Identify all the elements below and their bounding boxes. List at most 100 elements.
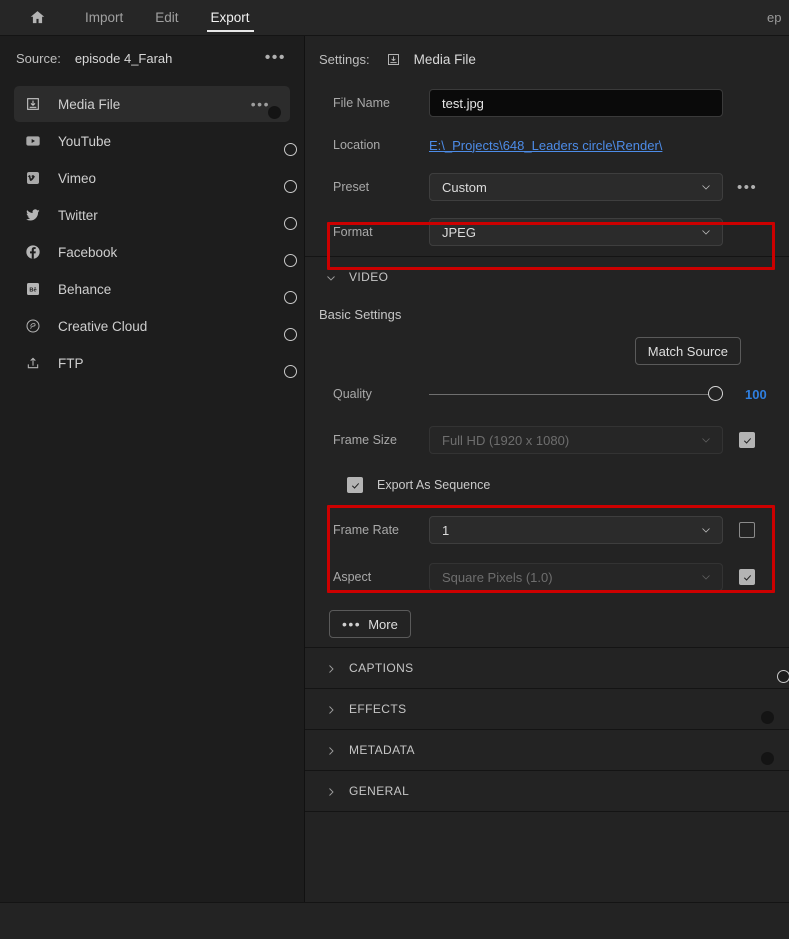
frame-size-row: Frame Size Full HD (1920 x 1080) bbox=[305, 417, 789, 463]
sidebar-item-label: Media File bbox=[58, 96, 121, 112]
sidebar-item-behance[interactable]: Bē Behance bbox=[14, 271, 297, 307]
tab-edit[interactable]: Edit bbox=[139, 0, 194, 36]
source-row: Source: episode 4_Farah ••• bbox=[0, 36, 304, 80]
media-file-icon bbox=[386, 50, 404, 68]
sidebar-item-label: YouTube bbox=[58, 133, 112, 149]
sidebar-item-ftp[interactable]: FTP bbox=[14, 345, 297, 381]
quality-row: Quality 100 bbox=[305, 371, 789, 417]
frame-size-label: Frame Size bbox=[333, 433, 397, 447]
section-title: CAPTIONS bbox=[349, 661, 414, 675]
facebook-icon bbox=[22, 241, 44, 263]
youtube-icon bbox=[22, 130, 44, 152]
location-path-link[interactable]: E:\_Projects\648_Leaders circle\Render\ bbox=[429, 138, 662, 153]
tab-export[interactable]: Export bbox=[195, 0, 266, 36]
aspect-row: Aspect Square Pixels (1.0) bbox=[305, 553, 789, 601]
destination-list: Media File ••• YouTube Vimeo Twitter Fac… bbox=[0, 86, 304, 381]
creative-cloud-icon bbox=[22, 315, 44, 337]
sidebar-item-youtube[interactable]: YouTube bbox=[14, 123, 297, 159]
tab-import[interactable]: Import bbox=[69, 0, 139, 36]
preset-options-menu-icon[interactable]: ••• bbox=[737, 180, 757, 195]
sidebar-item-media-file[interactable]: Media File ••• bbox=[14, 86, 290, 122]
section-header-video[interactable]: VIDEO bbox=[305, 257, 789, 297]
quality-slider-handle[interactable] bbox=[708, 386, 723, 401]
chevron-down-icon bbox=[700, 181, 712, 193]
sidebar-item-creative-cloud[interactable]: Creative Cloud bbox=[14, 308, 297, 344]
export-settings-panel: Settings: Media File File Name test.jpg … bbox=[305, 36, 789, 902]
file-name-value: test.jpg bbox=[442, 95, 484, 111]
aspect-value: Square Pixels (1.0) bbox=[442, 569, 553, 585]
behance-icon: Bē bbox=[22, 278, 44, 300]
preset-select[interactable]: Custom bbox=[429, 173, 723, 201]
section-title: EFFECTS bbox=[349, 702, 407, 716]
frame-rate-match-source-checkbox[interactable] bbox=[739, 522, 755, 538]
chevron-down-icon bbox=[700, 524, 712, 536]
location-row: Location E:\_Projects\648_Leaders circle… bbox=[305, 124, 789, 166]
chevron-right-icon bbox=[325, 662, 337, 674]
format-select[interactable]: JPEG bbox=[429, 218, 723, 246]
source-options-menu-icon[interactable]: ••• bbox=[263, 46, 288, 70]
vimeo-icon bbox=[22, 167, 44, 189]
preset-value: Custom bbox=[442, 179, 487, 195]
section-header-captions[interactable]: CAPTIONS bbox=[305, 648, 789, 688]
tab-export-label: Export bbox=[210, 10, 250, 25]
frame-rate-select[interactable]: 1 bbox=[429, 516, 723, 544]
chevron-down-icon bbox=[700, 226, 712, 238]
more-button[interactable]: ••• More bbox=[329, 610, 411, 638]
nav-tabs: Import Edit Export bbox=[69, 0, 266, 36]
svg-text:Bē: Bē bbox=[29, 287, 36, 293]
section-header-metadata[interactable]: METADATA bbox=[305, 730, 789, 770]
quality-slider[interactable] bbox=[429, 380, 723, 408]
top-navigation-bar: Import Edit Export ep bbox=[0, 0, 789, 36]
frame-size-match-source-checkbox[interactable] bbox=[739, 432, 755, 448]
export-as-sequence-row: Export As Sequence bbox=[305, 463, 789, 507]
sidebar-item-twitter[interactable]: Twitter bbox=[14, 197, 297, 233]
divider bbox=[305, 811, 789, 812]
source-value[interactable]: episode 4_Farah bbox=[75, 51, 173, 66]
project-name-truncated: ep bbox=[767, 10, 782, 25]
format-label: Format bbox=[333, 225, 373, 239]
twitter-icon bbox=[22, 204, 44, 226]
match-source-button[interactable]: Match Source bbox=[634, 337, 741, 365]
footer-bar bbox=[0, 902, 789, 939]
settings-header: Settings: Media File bbox=[305, 36, 789, 82]
section-title: METADATA bbox=[349, 743, 415, 757]
quality-label: Quality bbox=[333, 387, 372, 401]
aspect-select[interactable]: Square Pixels (1.0) bbox=[429, 563, 723, 591]
publish-destinations-sidebar: Source: episode 4_Farah ••• Media File •… bbox=[0, 36, 305, 902]
export-as-sequence-checkbox[interactable] bbox=[347, 477, 363, 493]
sidebar-item-label: Vimeo bbox=[58, 170, 97, 186]
preset-label: Preset bbox=[333, 180, 370, 194]
quality-value: 100 bbox=[745, 386, 767, 402]
format-row: Format JPEG bbox=[305, 208, 789, 256]
aspect-match-source-checkbox[interactable] bbox=[739, 569, 755, 585]
file-name-input[interactable]: test.jpg bbox=[429, 89, 723, 117]
match-source-row: Match Source bbox=[305, 331, 789, 371]
chevron-down-icon bbox=[700, 434, 712, 446]
frame-rate-value: 1 bbox=[442, 522, 450, 538]
home-icon[interactable] bbox=[27, 8, 47, 28]
chevron-right-icon bbox=[325, 744, 337, 756]
settings-label: Settings: bbox=[319, 51, 370, 67]
media-file-options-menu-icon[interactable]: ••• bbox=[251, 97, 270, 111]
section-header-general[interactable]: GENERAL bbox=[305, 771, 789, 811]
frame-size-select[interactable]: Full HD (1920 x 1080) bbox=[429, 426, 723, 454]
section-title: GENERAL bbox=[349, 784, 410, 798]
export-as-sequence-label: Export As Sequence bbox=[377, 478, 491, 492]
media-file-icon bbox=[22, 93, 44, 115]
chevron-right-icon bbox=[325, 785, 337, 797]
section-header-effects[interactable]: EFFECTS bbox=[305, 689, 789, 729]
tab-edit-label: Edit bbox=[155, 10, 179, 25]
ftp-upload-icon bbox=[22, 352, 44, 374]
chevron-down-icon bbox=[325, 271, 337, 283]
sidebar-item-vimeo[interactable]: Vimeo bbox=[14, 160, 297, 196]
sidebar-item-label: FTP bbox=[58, 355, 84, 371]
frame-rate-row: Frame Rate 1 bbox=[305, 507, 789, 553]
workspace-body: Source: episode 4_Farah ••• Media File •… bbox=[0, 36, 789, 902]
sidebar-item-facebook[interactable]: Facebook bbox=[14, 234, 297, 270]
source-label: Source: bbox=[16, 50, 61, 66]
location-label: Location bbox=[333, 138, 381, 152]
file-name-row: File Name test.jpg bbox=[305, 82, 789, 124]
chevron-right-icon bbox=[325, 703, 337, 715]
sidebar-item-label: Creative Cloud bbox=[58, 318, 148, 334]
preset-row: Preset Custom ••• bbox=[305, 166, 789, 208]
